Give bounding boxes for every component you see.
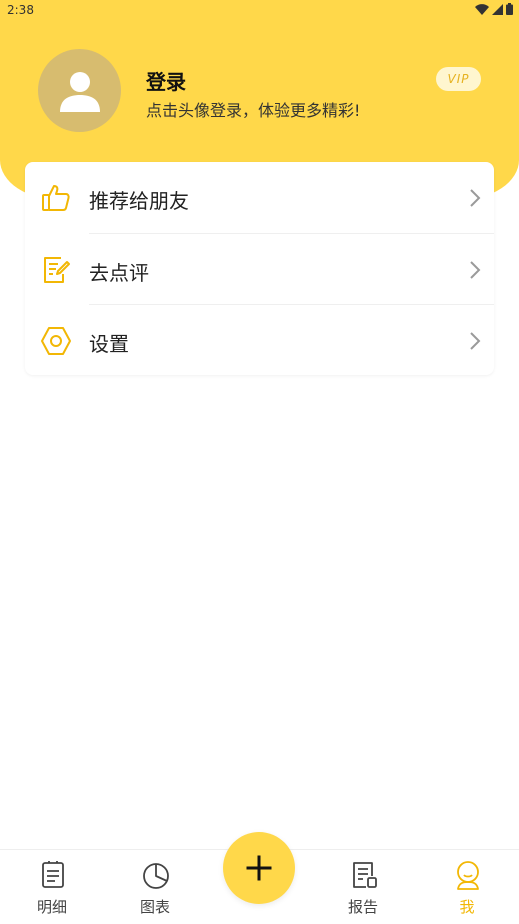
tab-charts[interactable]: 图表 xyxy=(105,850,205,924)
hex-settings-icon xyxy=(41,327,71,355)
menu-item-label: 推荐给朋友 xyxy=(89,189,189,213)
thumbs-up-icon xyxy=(42,185,70,211)
plus-icon xyxy=(246,855,272,881)
tab-me[interactable]: 我 xyxy=(417,850,517,924)
pie-chart-icon xyxy=(143,863,169,889)
login-subtitle: 点击头像登录，体验更多精彩! xyxy=(146,101,361,120)
menu-item-review[interactable]: 去点评 xyxy=(25,234,494,305)
battery-icon xyxy=(506,3,513,15)
signal-icon xyxy=(492,3,503,15)
menu-item-label: 设置 xyxy=(89,332,129,356)
menu-item-recommend[interactable]: 推荐给朋友 xyxy=(25,162,494,233)
tab-label: 报告 xyxy=(347,898,378,916)
status-icons xyxy=(475,3,513,15)
menu-item-settings[interactable]: 设置 xyxy=(25,305,494,376)
status-time: 2:38 xyxy=(7,3,34,17)
user-icon xyxy=(457,861,479,890)
status-bar: 2:38 xyxy=(0,0,519,22)
document-list-icon xyxy=(42,861,64,888)
user-avatar-icon xyxy=(59,71,100,112)
tab-details[interactable]: 明细 xyxy=(2,850,102,924)
login-title[interactable]: 登录 xyxy=(146,66,186,95)
wifi-icon xyxy=(475,3,489,15)
vip-badge[interactable]: VIP xyxy=(436,67,481,91)
menu-card: 推荐给朋友 去点评 设置 xyxy=(25,162,494,375)
add-record-button[interactable] xyxy=(223,832,295,904)
avatar[interactable] xyxy=(38,49,121,132)
report-icon xyxy=(353,862,377,888)
chevron-right-icon xyxy=(470,189,481,207)
tab-reports[interactable]: 报告 xyxy=(313,850,413,924)
menu-item-label: 去点评 xyxy=(89,261,149,285)
chevron-right-icon xyxy=(470,332,481,350)
edit-note-icon xyxy=(44,257,70,283)
tab-label: 我 xyxy=(459,898,475,916)
chevron-right-icon xyxy=(470,261,481,279)
tab-label: 明细 xyxy=(36,898,67,916)
tab-label: 图表 xyxy=(139,898,170,916)
